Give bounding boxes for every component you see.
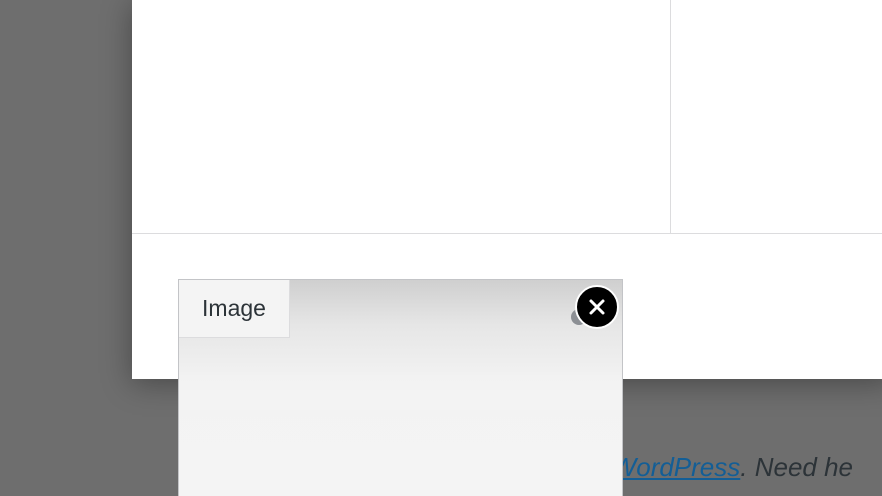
tab-image[interactable]: Image	[179, 280, 290, 338]
media-popover: Image	[178, 279, 623, 496]
close-icon	[589, 299, 605, 315]
column-divider	[670, 0, 671, 233]
screen: n WordPress. Need he Image	[0, 0, 882, 496]
admin-footer-text: n WordPress. Need he	[590, 451, 853, 483]
footer-suffix: . Need he	[740, 452, 854, 482]
close-button[interactable]	[575, 285, 619, 329]
wordpress-link[interactable]: WordPress	[612, 452, 741, 482]
modal-content-area	[132, 0, 882, 234]
tab-image-label: Image	[202, 295, 266, 321]
